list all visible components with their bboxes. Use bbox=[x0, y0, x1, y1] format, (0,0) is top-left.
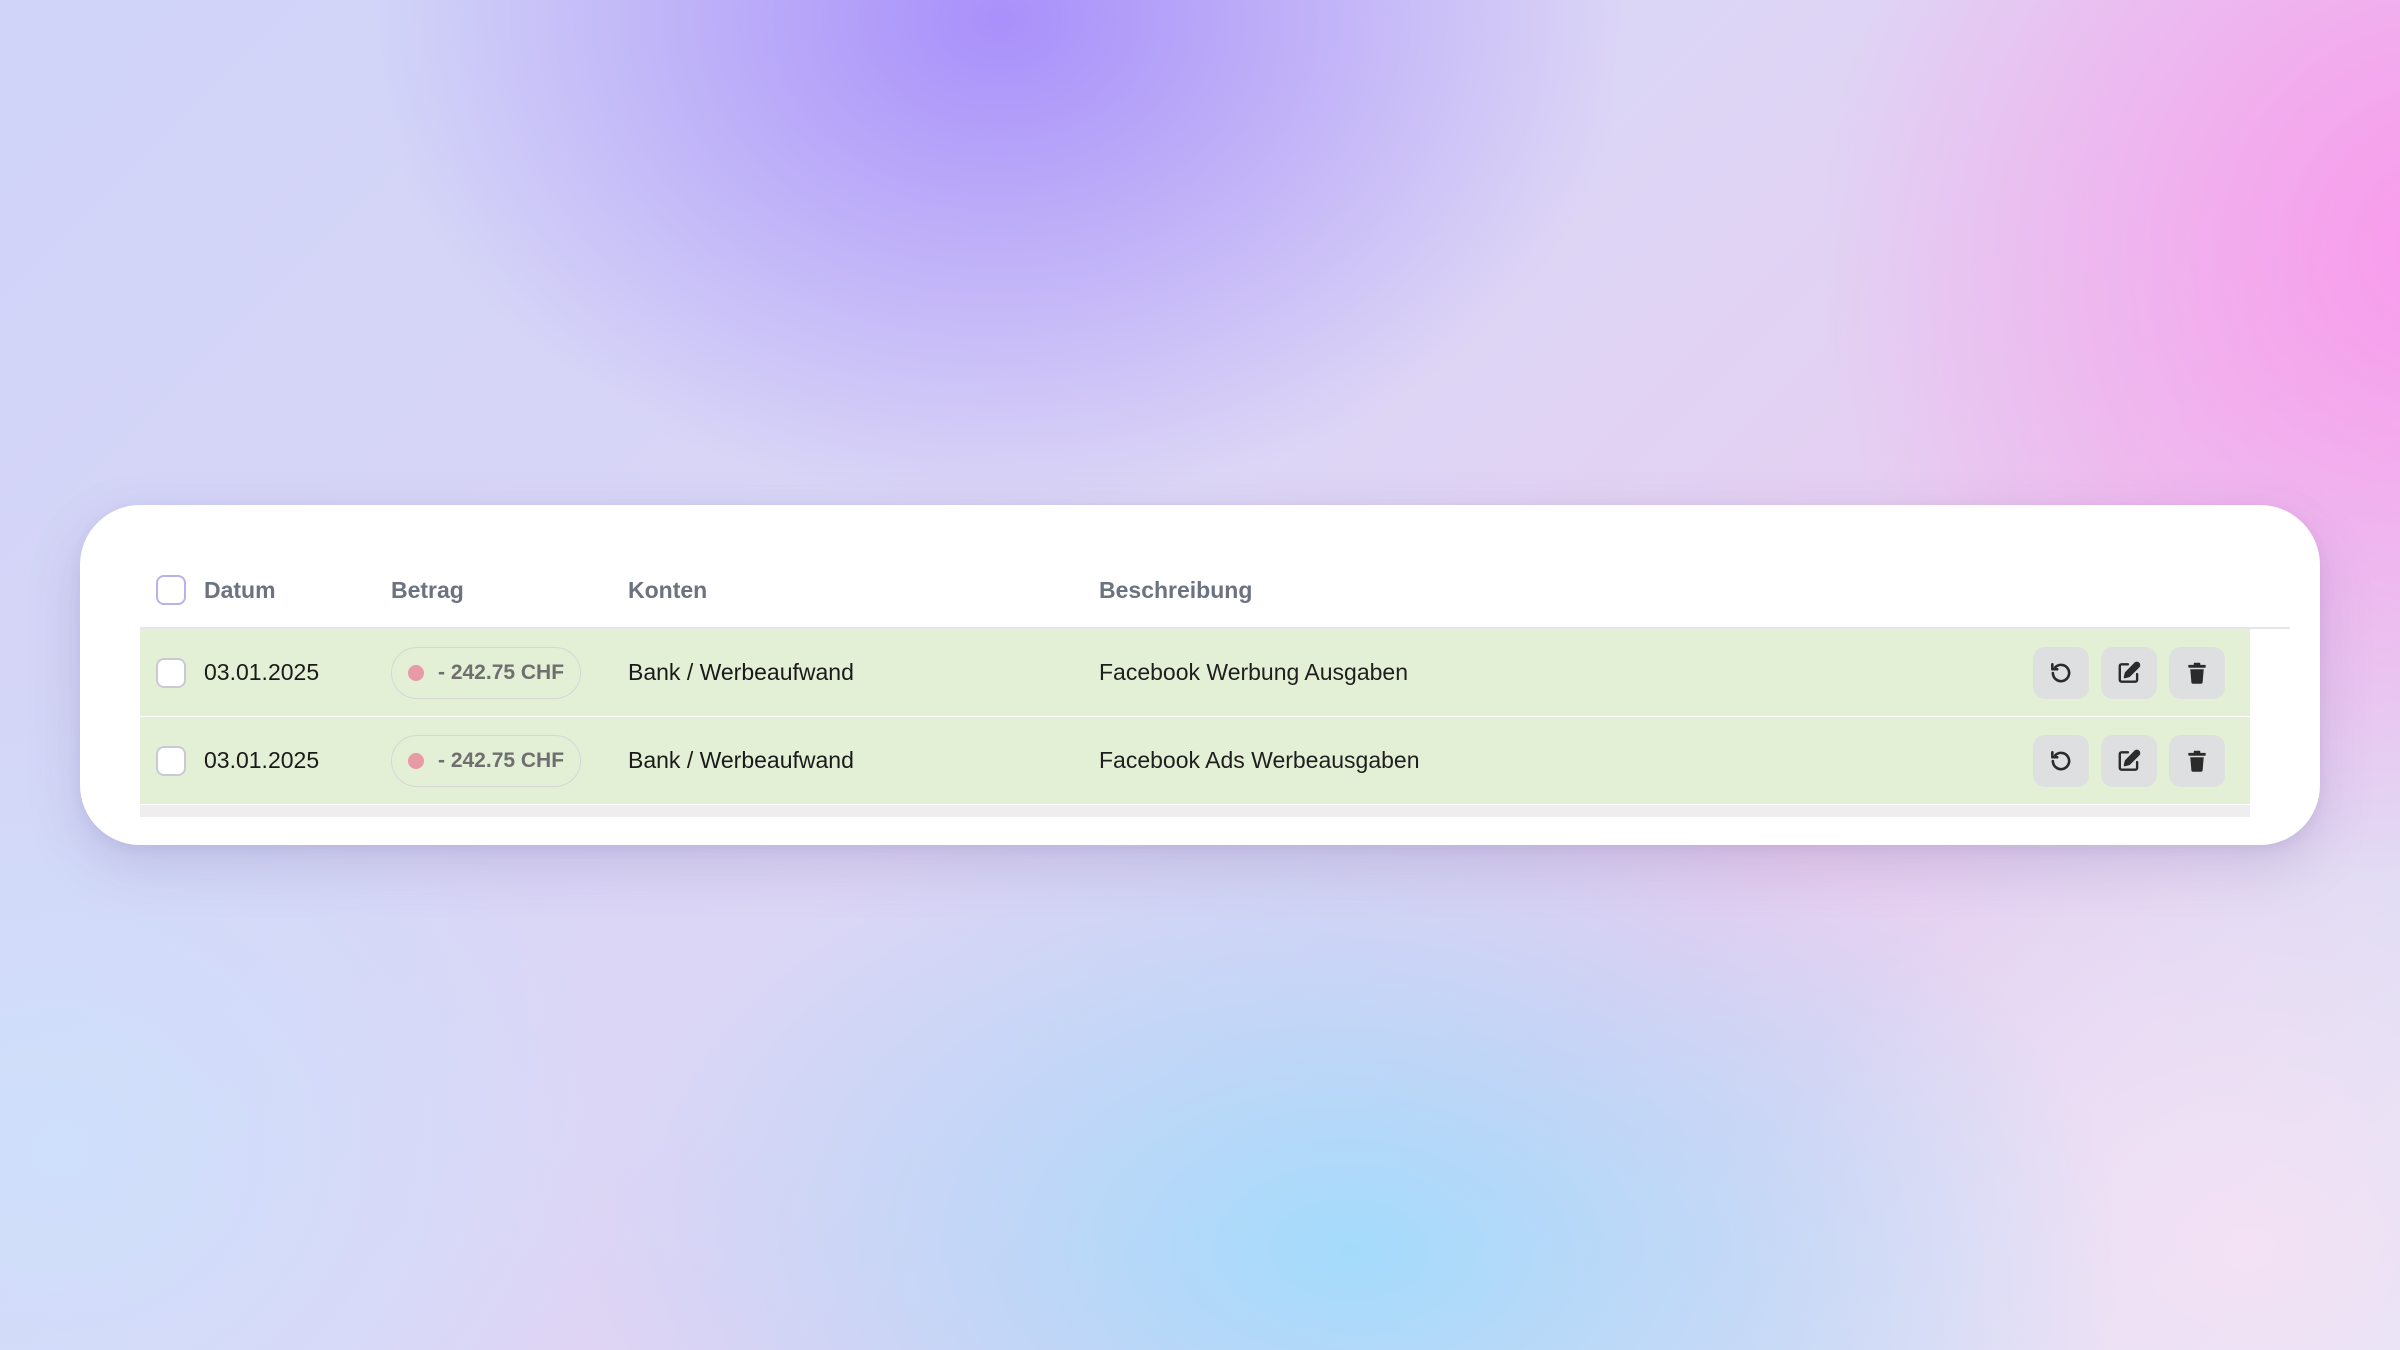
row-beschreibung: Facebook Ads Werbeausgaben bbox=[1099, 747, 1420, 773]
negative-status-dot bbox=[408, 664, 424, 681]
row-betrag: - 242.75 CHF bbox=[438, 748, 565, 772]
row-beschreibung-cell: Facebook Werbung Ausgaben bbox=[1099, 629, 1408, 716]
row-konten-cell: Bank / Werbeaufwand bbox=[628, 629, 854, 716]
select-all-checkbox[interactable] bbox=[156, 575, 186, 605]
row-select-cell bbox=[156, 717, 186, 804]
edit-icon bbox=[2118, 661, 2141, 683]
row-konten: Bank / Werbeaufwand bbox=[628, 659, 854, 685]
amount-badge: - 242.75 CHF bbox=[391, 734, 582, 787]
amount-badge: - 242.75 CHF bbox=[391, 646, 582, 699]
row-datum-cell: 03.01.2025 bbox=[204, 717, 319, 804]
row-select-cell bbox=[156, 629, 186, 716]
transactions-table: Datum Betrag Konten Beschreibung 03.01.2… bbox=[140, 553, 2290, 817]
row-betrag-cell: - 242.75 CHF bbox=[391, 717, 582, 804]
header-datum[interactable]: Datum bbox=[204, 553, 276, 627]
header-betrag-label: Betrag bbox=[391, 576, 464, 603]
header-beschreibung-label: Beschreibung bbox=[1099, 576, 1253, 603]
undo-icon bbox=[2051, 662, 2071, 682]
table-footer-strip bbox=[140, 805, 2250, 817]
edit-icon bbox=[2118, 749, 2141, 771]
header-beschreibung[interactable]: Beschreibung bbox=[1099, 553, 1252, 627]
delete-button[interactable] bbox=[2169, 646, 2225, 699]
edit-button[interactable] bbox=[2101, 734, 2157, 787]
row-actions bbox=[2033, 717, 2225, 804]
edit-button[interactable] bbox=[2101, 646, 2157, 699]
row-datum: 03.01.2025 bbox=[204, 747, 320, 773]
negative-status-dot bbox=[408, 752, 424, 769]
header-konten[interactable]: Konten bbox=[628, 553, 707, 627]
table-row[interactable]: 03.01.2025 - 242.75 CHF Bank / Werbeaufw… bbox=[140, 629, 2250, 717]
delete-button[interactable] bbox=[2169, 734, 2225, 787]
table-header: Datum Betrag Konten Beschreibung bbox=[140, 553, 2290, 629]
header-datum-label: Datum bbox=[204, 576, 276, 603]
undo-icon bbox=[2051, 750, 2071, 770]
row-actions bbox=[2033, 629, 2225, 716]
row-datum: 03.01.2025 bbox=[204, 659, 320, 685]
header-konten-label: Konten bbox=[628, 576, 708, 603]
row-beschreibung-cell: Facebook Ads Werbeausgaben bbox=[1099, 717, 1420, 804]
undo-button[interactable] bbox=[2033, 646, 2089, 699]
header-betrag[interactable]: Betrag bbox=[391, 553, 464, 627]
row-betrag-cell: - 242.75 CHF bbox=[391, 629, 582, 716]
trash-icon bbox=[2188, 750, 2206, 772]
transactions-card: Datum Betrag Konten Beschreibung 03.01.2… bbox=[80, 505, 2320, 845]
row-konten: Bank / Werbeaufwand bbox=[628, 747, 854, 773]
undo-button[interactable] bbox=[2033, 734, 2089, 787]
row-datum-cell: 03.01.2025 bbox=[204, 629, 319, 716]
trash-icon bbox=[2188, 662, 2206, 684]
select-all-cell bbox=[156, 553, 186, 627]
row-konten-cell: Bank / Werbeaufwand bbox=[628, 717, 854, 804]
table-row[interactable]: 03.01.2025 - 242.75 CHF Bank / Werbeaufw… bbox=[140, 717, 2250, 805]
row-checkbox[interactable] bbox=[156, 745, 186, 776]
row-betrag: - 242.75 CHF bbox=[438, 660, 565, 684]
row-beschreibung: Facebook Werbung Ausgaben bbox=[1099, 659, 1409, 685]
row-checkbox[interactable] bbox=[156, 657, 186, 688]
